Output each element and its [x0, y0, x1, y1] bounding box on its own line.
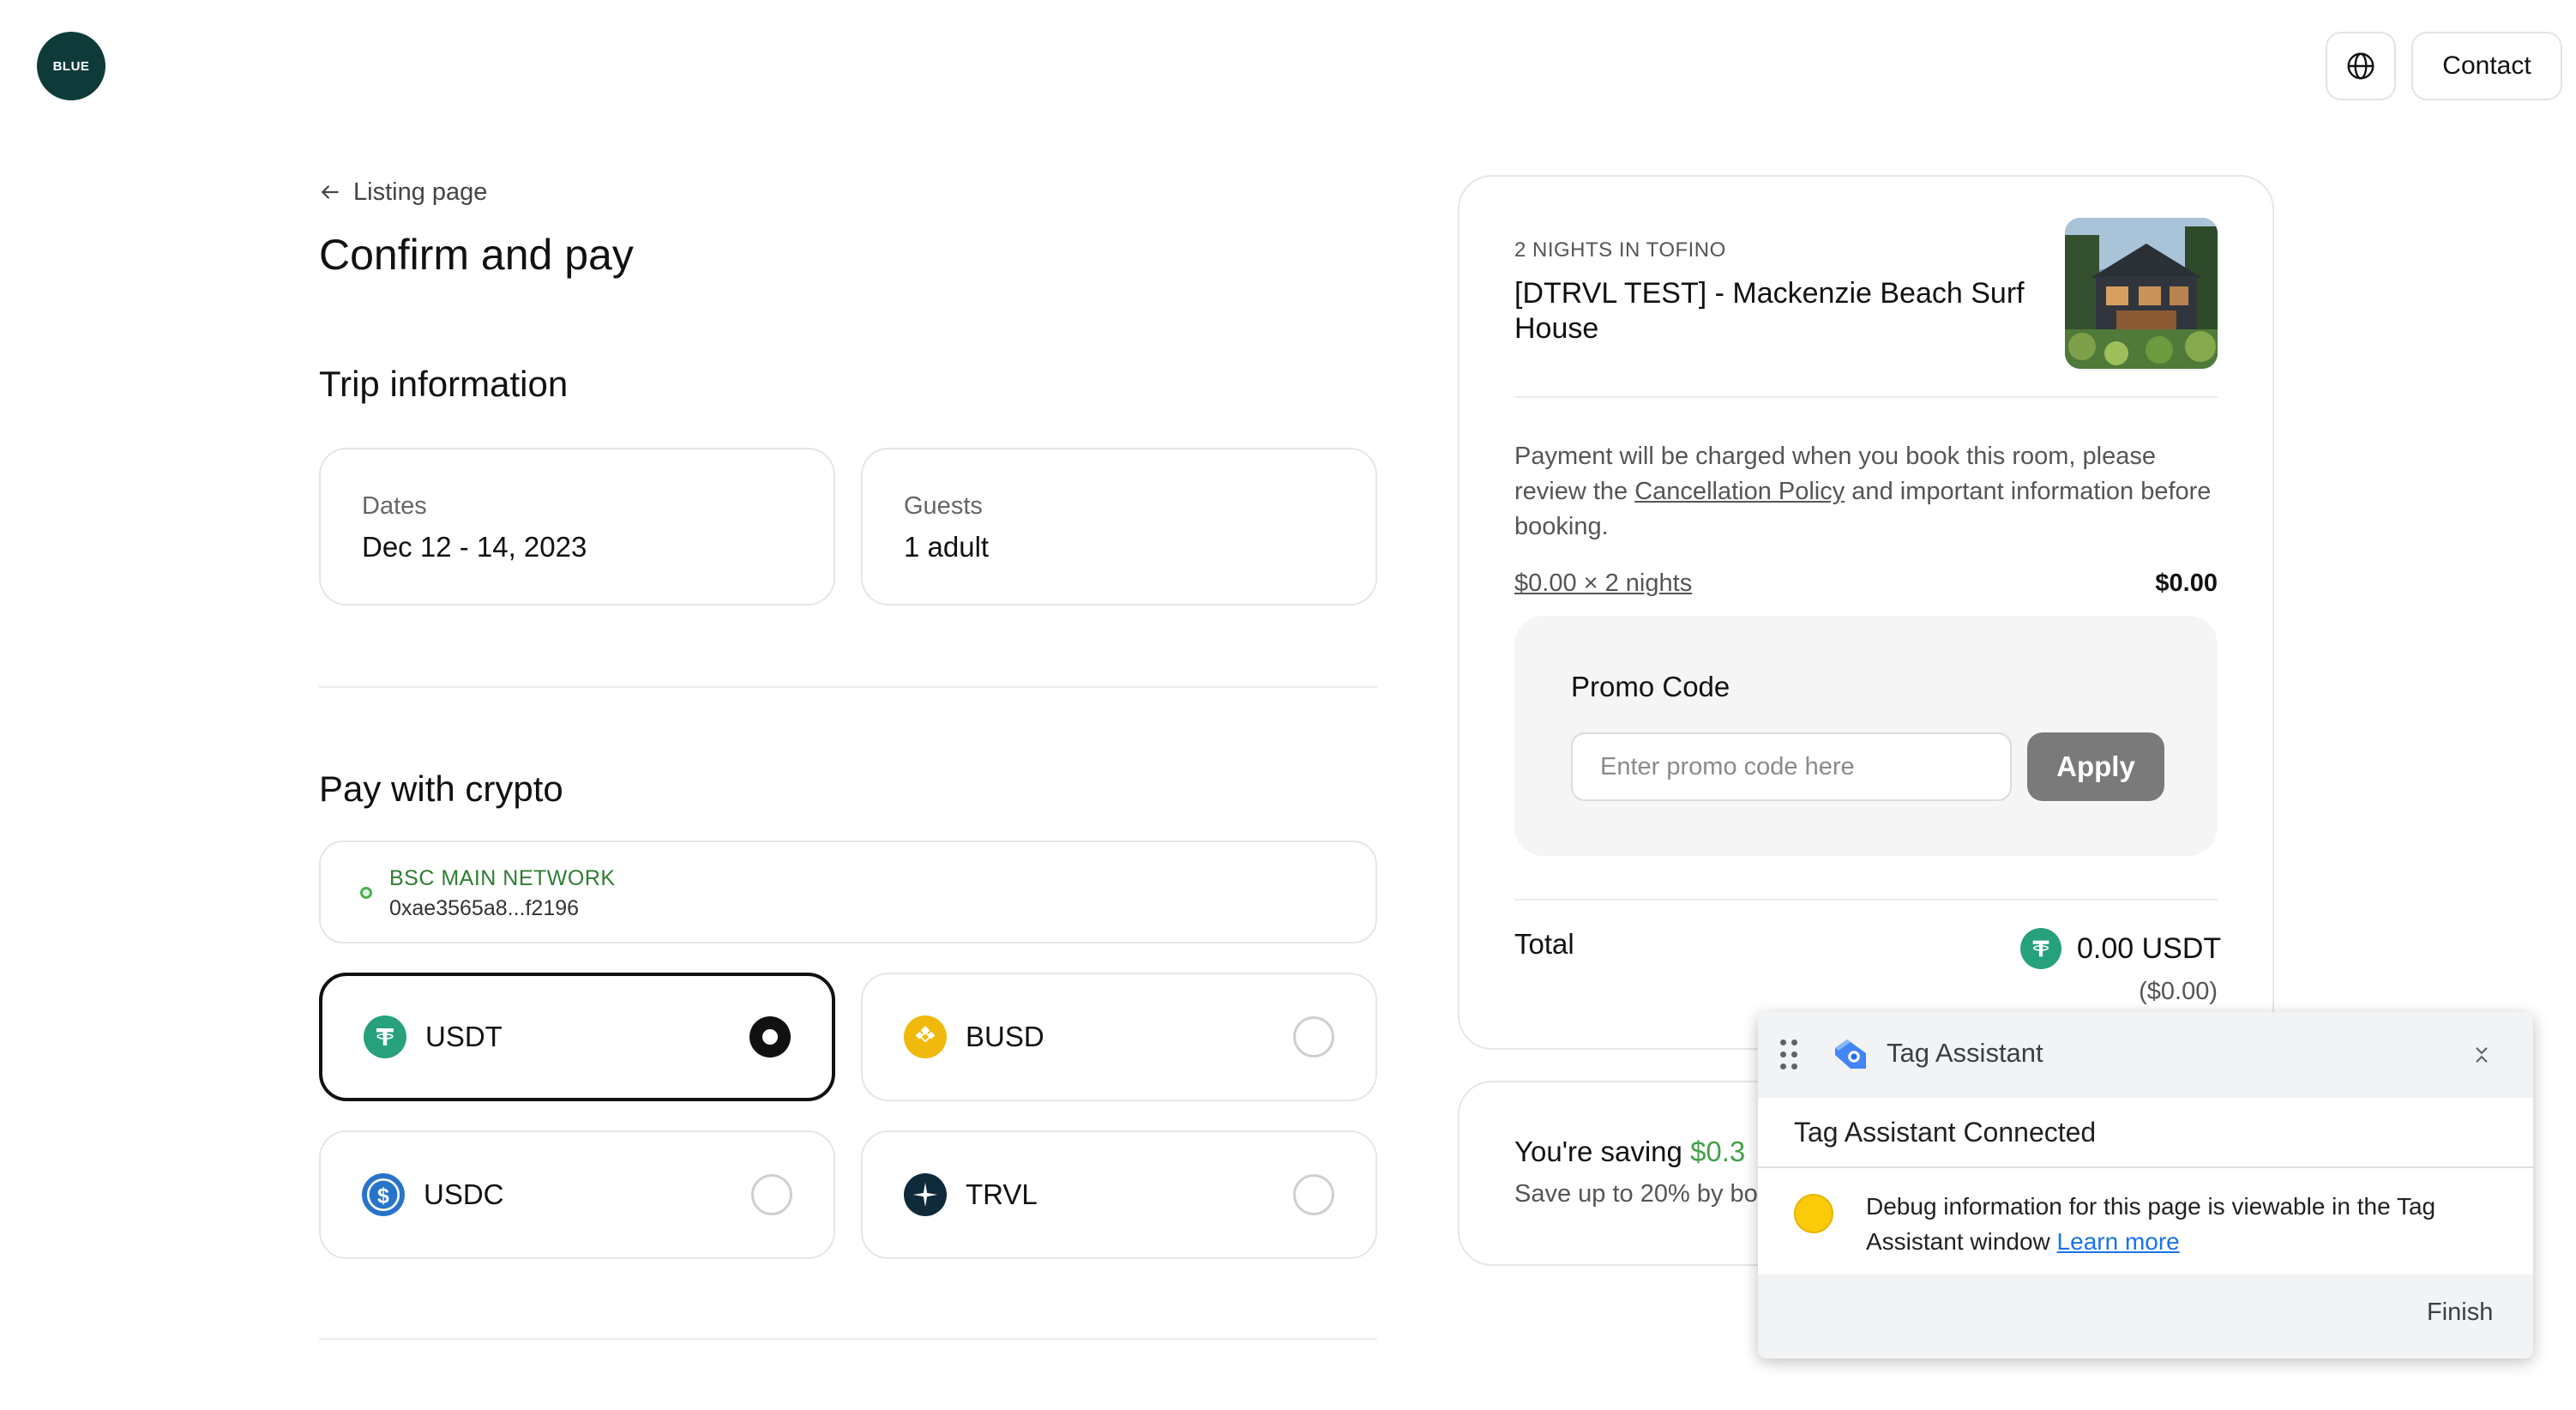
guests-label: Guests: [904, 492, 983, 520]
wallet-address: 0xae3565a8...f2196: [389, 896, 580, 920]
drag-handle-icon[interactable]: [1780, 1038, 1799, 1072]
saving-amount: $0.3: [1690, 1136, 1746, 1167]
tag-assistant-separator: [1758, 1166, 2533, 1168]
saving-title: You're saving $0.3: [1514, 1136, 1745, 1168]
tag-assistant-popup: Tag Assistant Tag Assistant Connected De…: [1758, 1012, 2533, 1359]
coin-radio-usdt[interactable]: [749, 1016, 791, 1058]
promo-code-title: Promo Code: [1571, 671, 1730, 702]
usdc-icon: $: [362, 1173, 405, 1216]
network-name: BSC MAIN NETWORK: [389, 866, 616, 890]
arrow-left-icon: [322, 185, 339, 199]
coin-option-usdc[interactable]: $ USDC: [319, 1130, 835, 1259]
tether-icon: [2020, 928, 2061, 969]
language-button[interactable]: [2326, 32, 2396, 100]
coin-label-usdc: USDC: [424, 1178, 504, 1210]
dates-card: Dates Dec 12 - 14, 2023: [319, 448, 835, 606]
nights-label: 2 NIGHTS IN TOFINO: [1514, 238, 1726, 262]
tag-assistant-header: [1758, 1012, 2533, 1098]
busd-icon: [904, 1015, 947, 1058]
coin-option-busd[interactable]: BUSD: [861, 973, 1377, 1101]
brand-logo[interactable]: BLUE: [37, 32, 105, 100]
apply-promo-button[interactable]: Apply: [2027, 732, 2164, 801]
dates-value: Dec 12 - 14, 2023: [362, 531, 587, 563]
coin-label-busd: BUSD: [966, 1021, 1044, 1052]
cancellation-policy-link[interactable]: Cancellation Policy: [1634, 478, 1845, 505]
price-value: $0.00: [2155, 569, 2218, 597]
coin-label-usdt: USDT: [425, 1021, 503, 1052]
pay-with-crypto-heading: Pay with crypto: [319, 768, 563, 809]
payment-note: Payment will be charged when you book th…: [1514, 439, 2218, 545]
tag-assistant-footer: [1758, 1274, 2533, 1359]
learn-more-link[interactable]: Learn more: [2057, 1228, 2180, 1255]
listing-photo: [2065, 218, 2218, 369]
trip-information-heading: Trip information: [319, 364, 569, 404]
tag-assistant-connected: Tag Assistant Connected: [1794, 1117, 2097, 1148]
listing-title: [DTRVL TEST] - Mackenzie Beach Surf Hous…: [1514, 277, 2025, 345]
promo-code-input[interactable]: [1571, 732, 2012, 801]
svg-text:$: $: [377, 1184, 389, 1208]
coin-option-trvl[interactable]: TRVL: [861, 1130, 1377, 1259]
back-link-label: Listing page: [353, 178, 488, 206]
tag-assistant-logo-icon: [1835, 1039, 1866, 1069]
finish-button[interactable]: Finish: [2427, 1299, 2493, 1327]
saving-prefix: You're saving: [1514, 1136, 1691, 1167]
price-breakdown-link[interactable]: $0.00 × 2 nights: [1514, 569, 1692, 598]
tag-assistant-message: Debug information for this page is viewa…: [1866, 1189, 2501, 1259]
tag-assistant-title: Tag Assistant: [1887, 1038, 2043, 1068]
guests-card: Guests 1 adult: [861, 448, 1377, 606]
trvl-icon: [904, 1173, 947, 1216]
total-amount-value: 0.00 USDT: [2077, 931, 2222, 965]
section-divider-bottom: [319, 1338, 1377, 1340]
coin-radio-usdc[interactable]: [751, 1174, 792, 1215]
collapse-icon[interactable]: [2465, 1038, 2499, 1072]
coin-radio-busd[interactable]: [1293, 1016, 1334, 1058]
total-usd-value: ($0.00): [2139, 978, 2218, 1005]
status-bulb-icon: [1794, 1194, 1833, 1233]
coin-option-usdt[interactable]: USDT: [319, 973, 835, 1101]
globe-icon: [2347, 52, 2374, 80]
wallet-network-box: BSC MAIN NETWORK 0xae3565a8...f2196: [319, 841, 1377, 943]
total-label: Total: [1514, 928, 1574, 960]
coin-radio-trvl[interactable]: [1293, 1174, 1334, 1215]
contact-button[interactable]: Contact: [2411, 32, 2562, 100]
network-status-dot: [360, 887, 372, 899]
coin-label-trvl: TRVL: [966, 1178, 1038, 1210]
dates-label: Dates: [362, 492, 427, 520]
total-amount: 0.00 USDT: [2020, 926, 2221, 971]
saving-subtitle: Save up to 20% by bo: [1514, 1180, 1758, 1208]
guests-value: 1 adult: [904, 531, 990, 563]
back-to-listing-link[interactable]: Listing page: [319, 175, 487, 209]
page-title: Confirm and pay: [319, 231, 634, 279]
section-divider: [319, 686, 1377, 688]
total-divider: [1514, 899, 2218, 901]
tether-icon: [364, 1015, 406, 1058]
summary-divider: [1514, 396, 2218, 398]
